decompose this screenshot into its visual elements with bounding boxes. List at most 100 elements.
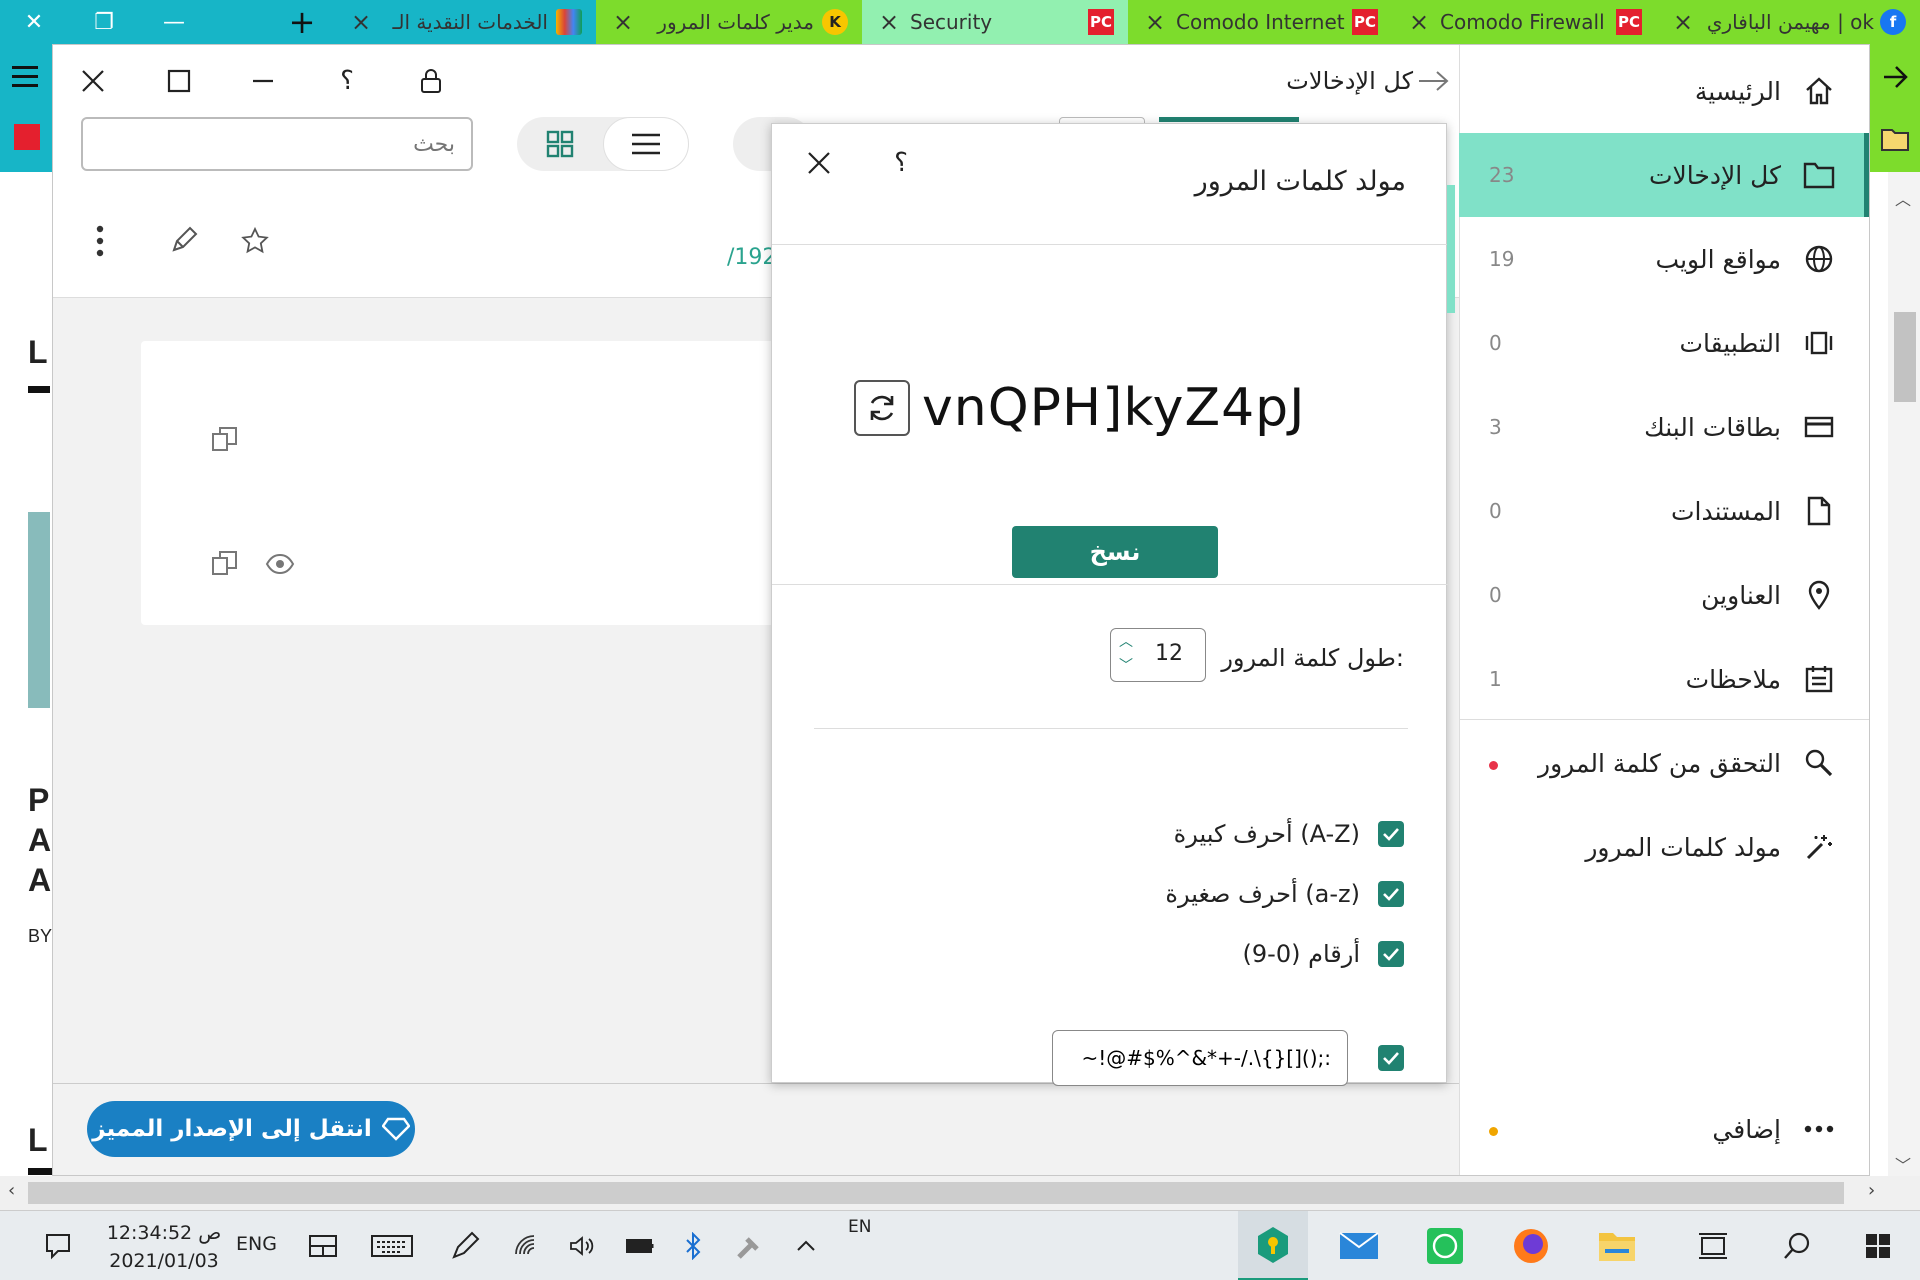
back-button[interactable]	[1407, 55, 1459, 107]
sidebar-item-bank-cards[interactable]: بطاقات البنك 3	[1459, 385, 1869, 469]
sidebar-item-password-generator[interactable]: مولد كلمات المرور	[1459, 805, 1869, 889]
checkbox-checked[interactable]	[1378, 881, 1404, 907]
minimize-window-icon[interactable]: —	[144, 4, 204, 40]
sidebar-item-more[interactable]: إضافي	[1459, 1087, 1869, 1171]
close-icon[interactable]: ×	[610, 8, 636, 36]
sidebar-item-documents[interactable]: المستندات 0	[1459, 469, 1869, 553]
wifi-icon[interactable]	[508, 1211, 548, 1280]
close-window-icon[interactable]: ✕	[4, 4, 64, 40]
browser-tab[interactable]: f مهيمن البافاري | ok ×	[1656, 0, 1920, 44]
maximize-window-button[interactable]	[153, 55, 205, 107]
usb-eject-icon[interactable]	[728, 1211, 772, 1280]
close-icon[interactable]: ×	[1406, 8, 1432, 36]
list-view-button[interactable]	[603, 117, 689, 171]
new-tab-icon[interactable]: +	[272, 3, 332, 41]
document-icon	[1799, 491, 1839, 531]
sidebar-item-home[interactable]: الرئيسية	[1459, 49, 1869, 133]
copy-icon[interactable]	[211, 549, 239, 577]
keyboard-icon[interactable]	[366, 1211, 418, 1280]
tab-title: Security	[910, 10, 993, 34]
volume-icon[interactable]	[562, 1211, 602, 1280]
browser-tab[interactable]: الخدمات النقدية الـ ×	[334, 0, 596, 44]
browser-tab[interactable]: PC Comodo Firewall ×	[1392, 0, 1656, 44]
minimize-window-button[interactable]	[237, 55, 289, 107]
tablet-mode-icon[interactable]	[300, 1211, 346, 1280]
forward-arrow-icon[interactable]	[1880, 62, 1910, 92]
taskbar-app-explorer[interactable]	[1582, 1211, 1652, 1280]
menu-icon[interactable]	[12, 66, 38, 87]
clock[interactable]: 12:34:52 ص 2021/01/03	[104, 1219, 224, 1275]
taskbar-app-whatsapp[interactable]	[1410, 1211, 1480, 1280]
bluetooth-icon[interactable]	[676, 1211, 710, 1280]
browser-tab[interactable]: K مدير كلمات المرور ×	[596, 0, 862, 44]
more-vertical-icon[interactable]	[95, 225, 105, 257]
close-icon[interactable]: ×	[876, 8, 902, 36]
sidebar-item-websites[interactable]: مواقع الويب 19	[1459, 217, 1869, 301]
lowercase-option[interactable]: أحرف صغيرة (a-z)	[1165, 874, 1404, 914]
scrollbar-thumb[interactable]	[28, 1182, 1844, 1204]
regenerate-button[interactable]	[854, 380, 910, 436]
task-view-button[interactable]	[1686, 1211, 1740, 1280]
dialog-scrollbar-thumb[interactable]	[1447, 185, 1455, 313]
search-button[interactable]	[1770, 1211, 1824, 1280]
uppercase-option[interactable]: أحرف كبيرة (A-Z)	[1174, 814, 1404, 854]
edit-icon[interactable]	[169, 225, 199, 255]
folder-icon[interactable]	[1880, 126, 1910, 152]
entry-url[interactable]: /192	[727, 245, 776, 270]
password-length-stepper[interactable]: ︿ ﹀ 12	[1110, 628, 1206, 682]
bg-page-text: A	[28, 862, 52, 898]
notifications-button[interactable]	[30, 1211, 86, 1280]
search-input[interactable]	[81, 117, 473, 171]
checkbox-checked[interactable]	[1378, 1045, 1404, 1071]
sidebar-item-label: المستندات	[1670, 496, 1781, 526]
page-horizontal-scrollbar[interactable]: ‹ ›	[0, 1176, 1920, 1210]
special-chars-input[interactable]	[1052, 1030, 1348, 1086]
star-icon[interactable]	[241, 227, 269, 255]
help-button[interactable]: ؟	[878, 140, 924, 186]
input-language[interactable]: ENG	[236, 1233, 277, 1255]
checkbox-checked[interactable]	[1378, 821, 1404, 847]
kaspersky-icon	[1258, 1226, 1288, 1263]
grid-view-button[interactable]	[517, 117, 603, 171]
close-icon[interactable]: ×	[1142, 8, 1168, 36]
browser-tab-active[interactable]: PC Security ×	[862, 0, 1128, 44]
taskbar-app-firefox[interactable]	[1496, 1211, 1566, 1280]
refresh-icon	[870, 395, 894, 421]
restore-window-icon[interactable]: ❐	[74, 4, 134, 40]
home-icon	[1799, 71, 1839, 111]
scrollbar-thumb[interactable]	[1894, 312, 1916, 402]
start-button[interactable]	[1850, 1211, 1906, 1280]
taskbar-app-mail[interactable]	[1324, 1211, 1394, 1280]
sidebar-item-notes[interactable]: ملاحظات 1	[1459, 637, 1869, 721]
close-dialog-button[interactable]	[796, 140, 842, 186]
divider	[772, 584, 1448, 585]
digits-option[interactable]: أرقام (0-9)	[1242, 934, 1404, 974]
copy-icon[interactable]	[211, 425, 239, 453]
close-window-button[interactable]	[67, 55, 119, 107]
view-toggle	[517, 117, 689, 171]
close-icon[interactable]: ×	[348, 8, 374, 36]
sidebar-item-password-check[interactable]: التحقق من كلمة المرور	[1459, 721, 1869, 805]
close-icon[interactable]: ×	[1670, 8, 1696, 36]
sidebar-item-addresses[interactable]: العناوين 0	[1459, 553, 1869, 637]
sidebar-item-apps[interactable]: التطبيقات 0	[1459, 301, 1869, 385]
copy-password-button[interactable]: نسخ	[1012, 526, 1218, 578]
lock-button[interactable]	[405, 55, 457, 107]
increment-icon[interactable]: ︿	[1119, 631, 1133, 651]
help-button[interactable]: ؟	[321, 55, 373, 107]
page-vertical-scrollbar[interactable]: ︿ ﹀	[1888, 172, 1920, 1176]
battery-icon[interactable]	[618, 1211, 662, 1280]
taskbar-app-kaspersky[interactable]	[1238, 1211, 1308, 1280]
sidebar-item-all-entries[interactable]: كل الإدخالات 23	[1459, 133, 1869, 217]
ime-indicator[interactable]: EN	[848, 1217, 871, 1237]
show-hidden-icons[interactable]	[788, 1211, 824, 1280]
show-password-icon[interactable]	[265, 553, 295, 575]
apps-icon	[1799, 323, 1839, 363]
browser-tab[interactable]: PC Comodo Internet ×	[1128, 0, 1392, 44]
extension-icon[interactable]	[14, 124, 40, 150]
decrement-icon[interactable]: ﹀	[1119, 655, 1133, 675]
pen-icon[interactable]	[442, 1211, 488, 1280]
go-premium-button[interactable]: انتقل إلى الإصدار المميز	[87, 1101, 415, 1157]
checkbox-checked[interactable]	[1378, 941, 1404, 967]
special-chars-option[interactable]	[1378, 1038, 1404, 1078]
